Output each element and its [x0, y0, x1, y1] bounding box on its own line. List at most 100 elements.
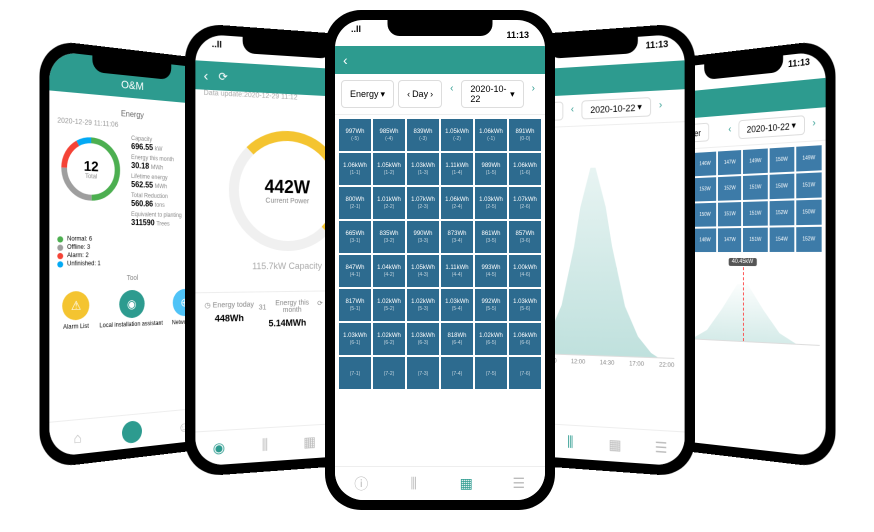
date-filter[interactable]: 2020-10-22 ▾ — [582, 97, 651, 119]
grid-cell[interactable]: 1.03kWh(1-3) — [407, 153, 439, 185]
grid-cell[interactable]: 151W — [743, 175, 767, 200]
date-prev[interactable]: ‹ — [446, 80, 457, 108]
grid-cell[interactable]: 989Wh(1-5) — [475, 153, 507, 185]
grid-cell[interactable]: 835Wh(3-2) — [373, 221, 405, 253]
nav-chart-icon[interactable]: ⫼ — [561, 432, 580, 453]
filter-bar: Energy ▾ ‹ Day › ‹ 2020-10-22 ▾ › — [335, 74, 545, 115]
date-prev[interactable]: ‹ — [725, 121, 735, 141]
nav-grid-icon[interactable]: ▦ — [605, 434, 625, 455]
grid-cell[interactable]: 1.03kWh(5-4) — [441, 289, 473, 321]
grid-cell[interactable]: 1.03kWh(6-1) — [339, 323, 371, 355]
grid-cell[interactable]: 150W — [796, 200, 822, 226]
nav-chart-icon[interactable]: ⫼ — [404, 474, 424, 494]
date-filter[interactable]: 2020-10-22 ▾ — [461, 80, 523, 108]
grid-cell[interactable]: 152W — [769, 200, 794, 225]
grid-cell[interactable]: 1.03kWh(5-6) — [509, 289, 541, 321]
refresh-icon[interactable]: ⟳ — [218, 69, 227, 83]
grid-cell[interactable]: 151W — [743, 201, 767, 226]
grid-cell[interactable]: (7-4) — [441, 357, 473, 389]
grid-cell[interactable]: 839Wh(-3) — [407, 119, 439, 151]
grid-cell[interactable]: 800Wh(2-1) — [339, 187, 371, 219]
date-next[interactable]: › — [528, 80, 539, 108]
energy-grid: 997Wh(-5)985Wh(-4)839Wh(-3)1.05kWh(-2)1.… — [335, 115, 545, 393]
grid-cell[interactable]: 993Wh(4-5) — [475, 255, 507, 287]
grid-cell[interactable]: 151W — [718, 202, 741, 226]
grid-cell[interactable]: 1.02kWh(6-5) — [475, 323, 507, 355]
grid-cell[interactable]: 1.06kWh(2-4) — [441, 187, 473, 219]
nav-list-icon[interactable]: ☰ — [509, 474, 529, 494]
grid-cell[interactable]: 147W — [718, 228, 741, 252]
grid-cell[interactable]: 1.05kWh(4-3) — [407, 255, 439, 287]
grid-cell[interactable]: 997Wh(-5) — [339, 119, 371, 151]
grid-cell[interactable]: 1.03kWh(2-5) — [475, 187, 507, 219]
grid-cell[interactable]: 150W — [694, 203, 717, 227]
grid-cell[interactable]: (7-6) — [509, 357, 541, 389]
grid-cell[interactable]: (7-3) — [407, 357, 439, 389]
nav-list-icon[interactable]: ☰ — [651, 437, 671, 459]
grid-cell[interactable]: 891Wh(0-0) — [509, 119, 541, 151]
grid-cell[interactable]: 148W — [694, 228, 717, 252]
grid-cell[interactable]: 857Wh(3-6) — [509, 221, 541, 253]
grid-cell[interactable]: 146W — [694, 152, 717, 177]
grid-cell[interactable]: 817Wh(5-1) — [339, 289, 371, 321]
grid-cell[interactable]: 147W — [718, 150, 741, 175]
back-icon[interactable]: ‹ — [343, 52, 348, 68]
nav-active-icon[interactable] — [122, 420, 142, 444]
back-icon[interactable]: ‹ — [204, 67, 209, 84]
grid-cell[interactable]: 847Wh(4-1) — [339, 255, 371, 287]
grid-cell[interactable]: 1.06kWh(1-6) — [509, 153, 541, 185]
period-filter[interactable]: ‹ Day › — [398, 80, 442, 108]
grid-cell[interactable]: 1.00kWh(4-6) — [509, 255, 541, 287]
grid-cell[interactable]: 985Wh(-4) — [373, 119, 405, 151]
metric-filter[interactable]: Energy ▾ — [341, 80, 394, 108]
grid-cell[interactable]: 1.05kWh(-2) — [441, 119, 473, 151]
date-next[interactable]: › — [809, 114, 820, 135]
nav-home-icon[interactable]: ⌂ — [68, 426, 87, 449]
grid-cell[interactable]: 1.07kWh(2-6) — [509, 187, 541, 219]
tool-button[interactable]: ◉Local installation assistant — [100, 289, 163, 329]
grid-cell[interactable]: 665Wh(3-1) — [339, 221, 371, 253]
grid-cell[interactable]: 1.02kWh(6-2) — [373, 323, 405, 355]
grid-cell[interactable]: (7-2) — [373, 357, 405, 389]
grid-cell[interactable]: 149W — [743, 148, 767, 173]
tool-button[interactable]: ⚠Alarm List — [62, 291, 89, 331]
grid-cell[interactable]: 150W — [769, 147, 794, 173]
grid-cell[interactable]: 1.11kWh(4-4) — [441, 255, 473, 287]
grid-cell[interactable]: 151W — [743, 228, 767, 252]
date-filter[interactable]: 2020-10-22 ▾ — [739, 115, 805, 139]
nav-grid-icon[interactable]: ▦ — [300, 432, 319, 453]
grid-cell[interactable]: 152W — [718, 176, 741, 201]
grid-cell[interactable]: 151W — [796, 172, 822, 198]
grid-cell[interactable]: 154W — [769, 227, 794, 252]
grid-cell[interactable]: (7-5) — [475, 357, 507, 389]
grid-cell[interactable]: 1.06kWh(-1) — [475, 119, 507, 151]
grid-cell[interactable]: 1.04kWh(4-2) — [373, 255, 405, 287]
grid-cell[interactable]: 1.06kWh(6-6) — [509, 323, 541, 355]
grid-cell[interactable]: 152W — [796, 227, 822, 252]
grid-cell[interactable]: 1.11kWh(1-4) — [441, 153, 473, 185]
nav-info-icon[interactable]: ⓘ — [351, 474, 371, 494]
grid-cell[interactable]: 873Wh(3-4) — [441, 221, 473, 253]
grid-cell[interactable]: 992Wh(5-5) — [475, 289, 507, 321]
grid-cell[interactable]: 150W — [769, 174, 794, 200]
nav-dashboard-icon[interactable]: ◉ — [209, 437, 229, 459]
grid-cell[interactable]: 1.01kWh(2-2) — [373, 187, 405, 219]
nav-grid-icon[interactable]: ▦ — [456, 474, 476, 494]
grid-cell[interactable]: (7-1) — [339, 357, 371, 389]
grid-cell[interactable]: 1.06kWh(1-1) — [339, 153, 371, 185]
grid-cell[interactable]: 149W — [796, 145, 822, 171]
grid-cell[interactable]: 1.02kWh(5-2) — [373, 289, 405, 321]
grid-cell[interactable]: 1.02kWh(5-3) — [407, 289, 439, 321]
date-prev[interactable]: ‹ — [567, 101, 578, 120]
nav-chart-icon[interactable]: ⫼ — [255, 434, 275, 455]
grid-cell[interactable]: 861Wh(3-5) — [475, 221, 507, 253]
donut-chart[interactable]: 12 Total — [57, 131, 124, 206]
grid-cell[interactable]: 990Wh(3-3) — [407, 221, 439, 253]
x-tick: 14:30 — [600, 360, 615, 367]
grid-cell[interactable]: 1.03kWh(6-3) — [407, 323, 439, 355]
grid-cell[interactable]: 818Wh(6-4) — [441, 323, 473, 355]
grid-cell[interactable]: 1.07kWh(2-3) — [407, 187, 439, 219]
grid-cell[interactable]: 153W — [694, 177, 717, 201]
date-next[interactable]: › — [655, 96, 666, 116]
grid-cell[interactable]: 1.05kWh(1-2) — [373, 153, 405, 185]
